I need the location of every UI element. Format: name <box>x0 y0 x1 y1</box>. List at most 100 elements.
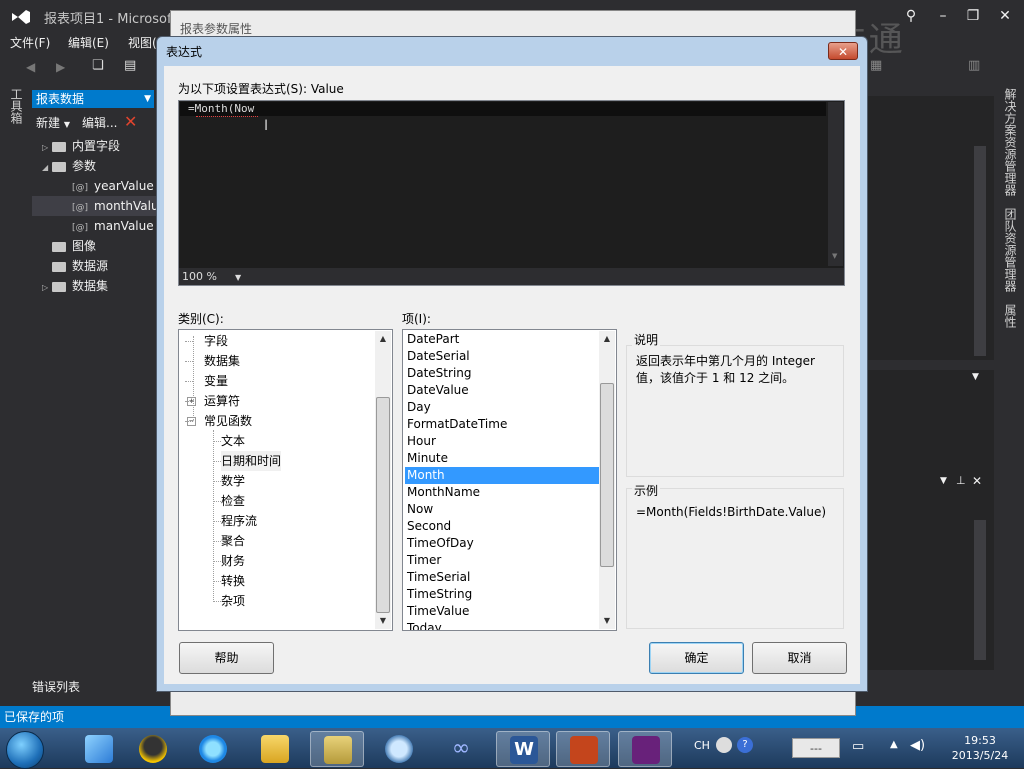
item-today[interactable]: Today <box>405 620 599 630</box>
error-list-tab[interactable]: 错误列表 <box>32 678 80 695</box>
item-now[interactable]: Now <box>405 501 599 518</box>
category-item[interactable]: 财务 <box>221 551 245 571</box>
menu-edit[interactable]: 编辑(E) <box>68 34 109 51</box>
scroll-up-icon[interactable]: ▲ <box>599 331 615 347</box>
start-button[interactable] <box>6 731 44 769</box>
tree-item[interactable]: ▷ 数据集 <box>32 276 160 296</box>
category-item[interactable]: 转换 <box>221 571 245 591</box>
properties-tab[interactable]: 属性 <box>1002 304 1019 328</box>
scroll-down-icon[interactable]: ▼ <box>599 613 615 629</box>
expand-arrow-icon[interactable]: ▷ <box>42 278 52 298</box>
item-minute[interactable]: Minute <box>405 450 599 467</box>
category-item[interactable]: 字段 <box>187 331 228 351</box>
input-box[interactable]: --- <box>792 738 840 758</box>
category-item[interactable]: − 常见函数 <box>187 411 252 431</box>
scrollbar[interactable] <box>974 146 986 356</box>
scroll-thumb[interactable] <box>600 383 614 567</box>
open-file-icon[interactable]: ▤ <box>124 58 136 73</box>
editor-scrollbar[interactable]: ▼ <box>828 102 843 266</box>
forward-icon[interactable]: ▶ <box>56 60 65 74</box>
scroll-down-icon[interactable]: ▼ <box>832 252 837 260</box>
category-item[interactable]: 数学 <box>221 471 245 491</box>
chevron-down-icon[interactable]: ▼ <box>972 372 979 382</box>
category-tree[interactable]: ▲ ▼ 字段 数据集 变量 + 运算符 − 常见函数 文本 日期和时间 数学 检查 程序流 聚合 财务 转换… <box>178 329 393 631</box>
toolbar-grid-icon[interactable]: ▦ <box>870 58 882 73</box>
tree-item[interactable]: [@] yearValue <box>32 176 160 196</box>
item-timer[interactable]: Timer <box>405 552 599 569</box>
chevron-down-icon[interactable]: ▼ <box>940 476 947 486</box>
new-project-icon[interactable]: ❏ <box>92 58 104 73</box>
item-timeofday[interactable]: TimeOfDay <box>405 535 599 552</box>
help-icon[interactable]: ? <box>737 737 753 753</box>
expand-arrow-icon[interactable]: ▷ <box>42 138 52 158</box>
toolbar-align-icon[interactable]: ▥ <box>968 58 980 73</box>
close-icon[interactable]: ✕ <box>972 474 982 488</box>
tree-item[interactable]: ▷ 内置字段 <box>32 136 160 156</box>
chevron-down-icon[interactable]: ▼ <box>144 90 151 108</box>
search-icon[interactable]: ⚲ <box>896 6 926 26</box>
zoom-select[interactable]: 100 % ▼ <box>182 270 241 283</box>
ok-button[interactable]: 确定 <box>649 642 744 674</box>
maximize-button[interactable]: ❐ <box>958 6 988 26</box>
taskbar-app-powerpoint[interactable] <box>556 731 610 767</box>
pin-icon[interactable]: ⊥ <box>956 474 966 487</box>
scroll-down-icon[interactable]: ▼ <box>375 613 391 629</box>
scroll-up-icon[interactable]: ▲ <box>375 331 391 347</box>
expand-icon[interactable]: + <box>187 397 196 406</box>
item-datevalue[interactable]: DateValue <box>405 382 599 399</box>
category-item[interactable]: 程序流 <box>221 511 257 531</box>
category-item[interactable]: 聚合 <box>221 531 245 551</box>
category-item[interactable]: + 运算符 <box>187 391 240 411</box>
close-window-button[interactable]: ✕ <box>990 6 1020 26</box>
item-dateserial[interactable]: DateSerial <box>405 348 599 365</box>
tree-item[interactable]: ◢ 参数 <box>32 156 160 176</box>
item-datepart[interactable]: DatePart <box>405 331 599 348</box>
delete-icon[interactable]: ✕ <box>124 112 137 131</box>
input-language[interactable]: CH <box>694 739 710 752</box>
taskbar-app-explorer[interactable] <box>248 731 302 767</box>
help-button[interactable]: 帮助 <box>179 642 274 674</box>
taskbar-app-ie[interactable] <box>186 731 240 767</box>
tree-item[interactable]: [@] manValue <box>32 216 160 236</box>
items-scrollbar[interactable]: ▲ ▼ <box>599 331 615 629</box>
item-month[interactable]: Month <box>405 467 599 484</box>
back-icon[interactable]: ◀ <box>26 60 35 74</box>
volume-icon[interactable]: ◀) <box>910 738 925 753</box>
dialog-close-button[interactable]: ✕ <box>828 42 858 60</box>
taskbar-app-sql[interactable] <box>310 731 364 767</box>
team-explorer-tab[interactable]: 团队资源管理器 <box>1002 208 1019 292</box>
chevron-down-icon[interactable]: ▼ <box>235 273 241 282</box>
menu-view[interactable]: 视图( <box>128 34 157 51</box>
menu-file[interactable]: 文件(F) <box>10 34 50 51</box>
battery-icon[interactable]: ▭ <box>852 739 864 754</box>
category-item[interactable]: 变量 <box>187 371 228 391</box>
taskbar-app-search[interactable] <box>372 731 426 767</box>
expression-editor[interactable] <box>178 100 845 286</box>
solution-explorer-tab[interactable]: 解决方案资源管理器 <box>1002 88 1019 196</box>
item-datestring[interactable]: DateString <box>405 365 599 382</box>
scroll-thumb[interactable] <box>376 397 390 613</box>
taskbar-app-infinity[interactable]: ∞ <box>434 731 488 767</box>
item-formatdatetime[interactable]: FormatDateTime <box>405 416 599 433</box>
show-hidden-icons-icon[interactable]: ▲ <box>890 739 898 750</box>
category-item[interactable]: 杂项 <box>221 591 245 611</box>
category-item[interactable]: 文本 <box>221 431 245 451</box>
cancel-button[interactable]: 取消 <box>752 642 847 674</box>
item-monthname[interactable]: MonthName <box>405 484 599 501</box>
edit-button[interactable]: 编辑... <box>82 114 117 131</box>
items-list[interactable]: ▲ ▼ DatePart DateSerial DateString DateValu… <box>402 329 617 631</box>
item-second[interactable]: Second <box>405 518 599 535</box>
taskbar-app-qq[interactable] <box>126 731 180 767</box>
taskbar-app-visual-studio[interactable] <box>618 731 672 767</box>
toolbox-tab[interactable]: 工具箱 <box>0 84 28 684</box>
ime-icon[interactable] <box>716 737 732 753</box>
item-hour[interactable]: Hour <box>405 433 599 450</box>
category-scrollbar[interactable]: ▲ ▼ <box>375 331 391 629</box>
item-day[interactable]: Day <box>405 399 599 416</box>
item-timestring[interactable]: TimeString <box>405 586 599 603</box>
new-button[interactable]: 新建 ▼ <box>36 114 70 131</box>
category-item[interactable]: 日期和时间 <box>221 451 282 471</box>
scrollbar[interactable] <box>974 520 986 660</box>
category-item[interactable]: 检查 <box>221 491 245 511</box>
item-timevalue[interactable]: TimeValue <box>405 603 599 620</box>
